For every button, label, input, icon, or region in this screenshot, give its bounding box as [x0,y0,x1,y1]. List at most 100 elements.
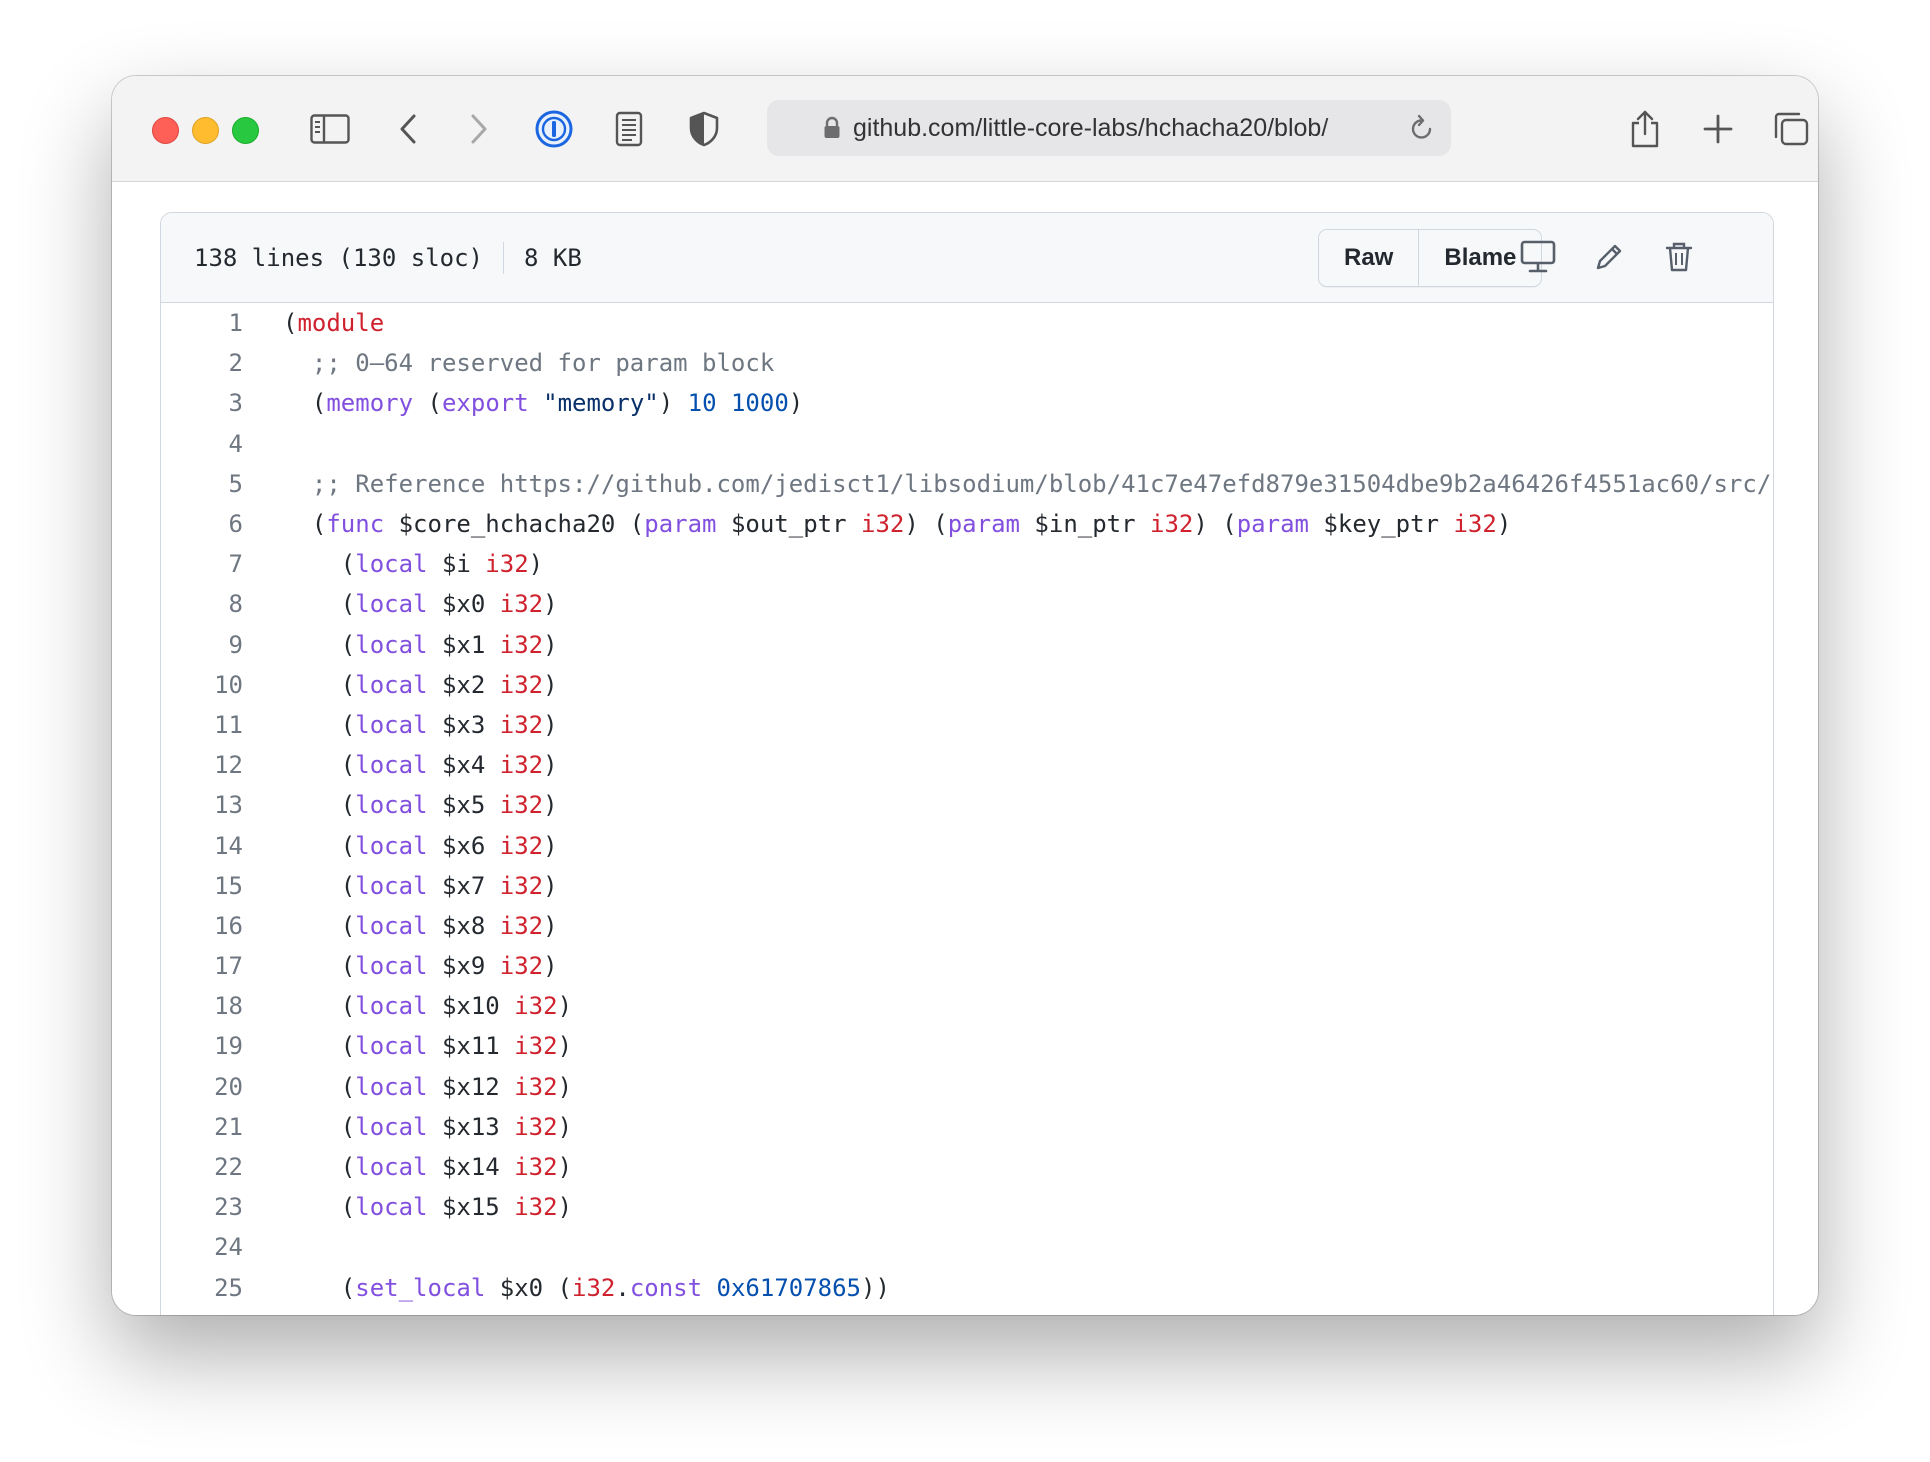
code-token: const [630,1314,702,1315]
code-token: i32 [499,831,544,860]
line-number[interactable]: 16 [161,912,243,940]
code-token: local [355,550,428,579]
privacy-shield-icon[interactable] [682,107,726,151]
code-line: 18 (local $x10 i32) [161,986,1773,1026]
code-token: 0x3320646e [717,1314,862,1315]
code-token: $x2 [427,670,500,699]
code-token: i32 [499,710,544,739]
code-token: ( [283,389,327,418]
line-number[interactable]: 9 [161,631,243,659]
code-token: ( [283,710,356,739]
trash-icon[interactable] [1659,237,1699,277]
code-token: $x5 [427,791,500,820]
code-line: 22 (local $x14 i32) [161,1147,1773,1187]
code-token: $x0 ( [485,1273,572,1302]
new-tab-icon[interactable] [1696,107,1740,151]
line-number[interactable]: 6 [161,510,243,538]
page-content: 138 lines (130 sloc) 8 KB Raw Blame 1 (m… [112,182,1818,1315]
code-line: 15 (local $x7 i32) [161,866,1773,906]
code-token: local [355,1112,428,1141]
line-number[interactable]: 5 [161,470,243,498]
code-line: 14 (local $x6 i32) [161,825,1773,865]
code-token: . [615,1273,630,1302]
line-number[interactable]: 20 [161,1073,243,1101]
code-line: 23 (local $x15 i32) [161,1187,1773,1227]
code-token: $x1 ( [485,1314,572,1315]
line-number[interactable]: 22 [161,1153,243,1181]
line-number[interactable]: 26 [161,1314,243,1315]
line-number[interactable]: 17 [161,952,243,980]
line-content: ;; Reference https://github.com/jedisct1… [283,470,1771,498]
code-token: i32 [499,751,544,780]
line-number[interactable]: 25 [161,1274,243,1302]
line-number[interactable]: 7 [161,550,243,578]
line-number[interactable]: 3 [161,389,243,417]
code-token: 0x61707865 [716,1273,862,1302]
back-icon[interactable] [386,107,430,151]
line-content: (local $x6 i32) [283,832,558,860]
code-token: $i [427,550,486,579]
tabs-overview-icon[interactable] [1769,107,1813,151]
raw-button[interactable]: Raw [1319,230,1419,286]
code-token: i32 [514,1112,558,1141]
reader-icon[interactable] [607,107,651,151]
line-number[interactable]: 10 [161,671,243,699]
line-number[interactable]: 15 [161,872,243,900]
code-token: $out_ptr [716,510,861,539]
code-token: ;; Reference https://github.com/jedisct1… [311,469,1772,498]
line-number[interactable]: 2 [161,349,243,377]
code-token: ) [543,871,558,900]
code-token: i32 [499,791,544,820]
line-number[interactable]: 1 [161,309,243,337]
sidebar-icon[interactable] [308,107,352,151]
code-token: i32 [1453,510,1497,539]
reload-icon[interactable] [1409,114,1435,147]
line-number[interactable]: 18 [161,992,243,1020]
code-token: 1000 [730,389,789,418]
line-number[interactable]: 23 [161,1193,243,1221]
file-size: 8 KB [523,243,582,272]
line-content: (local $x1 i32) [283,631,558,659]
code-token: local [355,751,428,780]
code-token: i32 [514,1193,558,1222]
line-content: (local $x4 i32) [283,751,558,779]
line-number[interactable]: 12 [161,751,243,779]
edit-pencil-icon[interactable] [1589,237,1629,277]
line-number[interactable]: 21 [161,1113,243,1141]
code-token: $x4 [427,751,500,780]
code-token: ) ( [1193,510,1237,539]
line-number[interactable]: 8 [161,590,243,618]
zoom-window-button[interactable] [232,117,259,144]
code-line: 25 (set_local $x0 (i32.const 0x61707865)… [161,1268,1773,1308]
code-token: $x8 [427,911,500,940]
code-token: ) [528,550,544,579]
code-token: ( [283,630,356,659]
address-bar[interactable]: github.com/little-core-labs/hchacha20/bl… [767,100,1451,156]
share-icon[interactable] [1623,107,1667,151]
code-token: ) [543,911,558,940]
line-number[interactable]: 13 [161,791,243,819]
minimize-window-button[interactable] [192,117,219,144]
file-info: 138 lines (130 sloc) 8 KB [194,213,582,302]
line-number[interactable]: 24 [161,1233,243,1261]
code-token: $x3 [427,710,500,739]
line-content: (local $x2 i32) [283,671,558,699]
code-token: ) ( [904,510,948,539]
code-token: param [1236,510,1309,539]
code-token: ) [557,992,573,1021]
url-text: github.com/little-core-labs/hchacha20/bl… [853,114,1329,142]
line-number[interactable]: 11 [161,711,243,739]
code-token: $x7 [427,871,500,900]
code-token: local [355,630,428,659]
desktop-icon[interactable] [1518,237,1558,277]
forward-icon[interactable] [457,107,501,151]
line-number[interactable]: 14 [161,832,243,860]
line-number[interactable]: 19 [161,1032,243,1060]
close-window-button[interactable] [152,117,179,144]
line-number[interactable]: 4 [161,430,243,458]
code-token: $x10 [427,992,515,1021]
line-content: (local $x7 i32) [283,872,558,900]
password-manager-icon[interactable] [532,107,576,151]
